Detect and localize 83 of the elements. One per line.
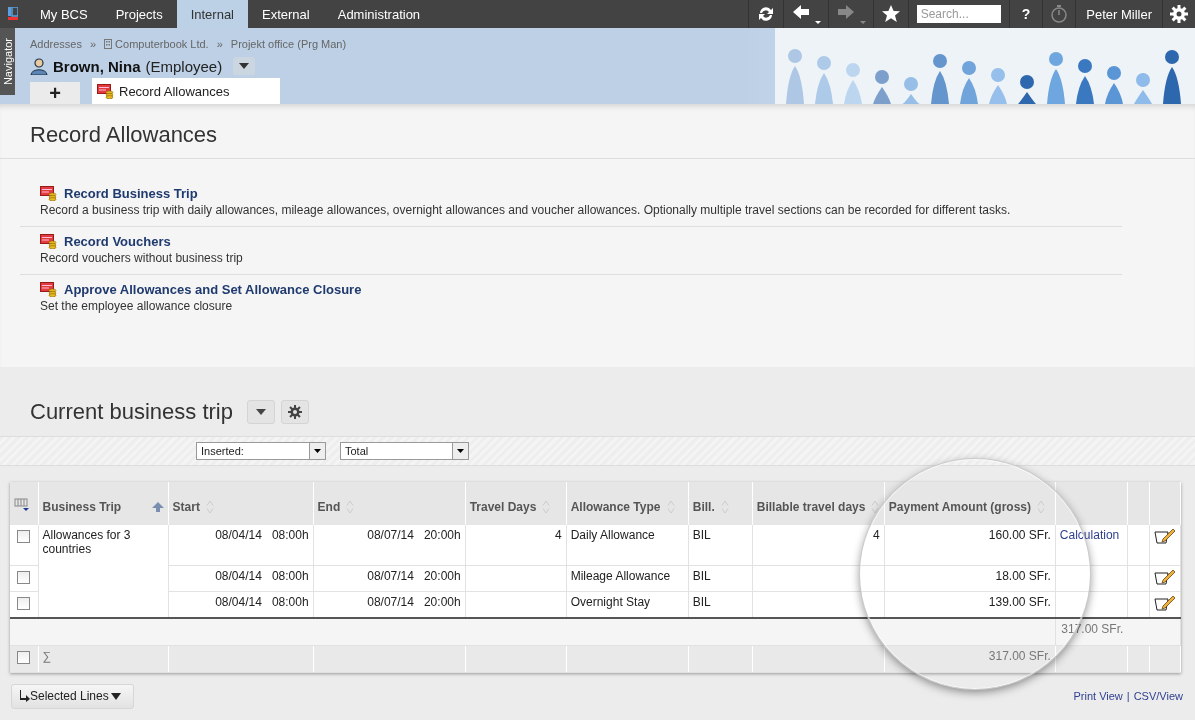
column-chooser-icon[interactable] (14, 498, 30, 512)
nav-tab[interactable]: My BCS (26, 0, 102, 28)
filter-dropdown[interactable]: Inserted: (196, 442, 326, 460)
person-dropdown[interactable] (233, 57, 256, 75)
total-amount: 317.00 SFr. (884, 645, 1056, 672)
row-checkbox[interactable] (17, 570, 31, 584)
person-role: (Employee) (145, 57, 223, 75)
table-cell: Daily Allowance (566, 525, 689, 565)
column-header[interactable]: Payment Amount (gross) (884, 482, 1056, 525)
edit-icon[interactable] (1153, 568, 1176, 585)
caret-icon (314, 449, 321, 453)
section-title: Current business trip (30, 399, 233, 425)
table-cell: 08/07/14 20:00h (313, 565, 466, 591)
action-link[interactable]: Approve Allowances and Set Allowance Closure (64, 281, 362, 297)
edit-icon[interactable] (1153, 528, 1176, 544)
return-arrow-icon (20, 690, 30, 702)
column-header[interactable]: End (313, 482, 466, 525)
action-description: Record a business trip with daily allowances, mileage allowances, overnight allowances and voucher allowances. Optionally multiple travel sections can be recorded for different tasks. (40, 203, 1012, 217)
column-header[interactable]: Travel Days (465, 482, 567, 525)
table-cell: 4 (752, 525, 885, 565)
add-tab-button[interactable]: + (30, 82, 80, 104)
sum-symbol: ∑ (38, 645, 169, 672)
column-header[interactable]: Allowance Type (566, 482, 689, 525)
breadcrumb-link[interactable]: Addresses (30, 38, 82, 50)
total-amount: 317.00 SFr. (1055, 617, 1128, 645)
menu-dropdown-button[interactable] (247, 400, 275, 424)
allowance-icon (40, 185, 57, 201)
breadcrumb-link[interactable]: Projekt office (Prg Man) (230, 38, 347, 50)
sort-icon (871, 499, 880, 514)
allowance-icon (97, 83, 114, 99)
person-name: Brown, Nina (53, 57, 141, 75)
page-tab[interactable]: Record Allowances (92, 78, 280, 104)
logo-icon (8, 7, 18, 21)
settings-icon[interactable] (1170, 5, 1188, 23)
action-description: Record vouchers without business trip (40, 251, 244, 265)
action-link[interactable]: Record Vouchers (64, 233, 171, 249)
row-checkbox[interactable] (17, 530, 31, 543)
caret-icon (239, 63, 250, 69)
filter-dropdown[interactable]: Total (340, 442, 469, 460)
table-cell: 08/07/14 20:00h (313, 525, 466, 565)
breadcrumb-link[interactable]: Computerbook Ltd. (115, 38, 209, 50)
allowance-icon (40, 233, 57, 249)
table-cell: 160.00 SFr. (884, 525, 1056, 565)
caret-icon (256, 409, 266, 415)
sort-ascending-icon (151, 501, 164, 512)
table-cell: 18.00 SFr. (884, 565, 1056, 591)
table-cell: 08/04/14 08:00h (168, 565, 314, 591)
link-separator: | (1126, 690, 1130, 702)
row-checkbox[interactable] (17, 650, 31, 664)
column-header[interactable]: Bill. (688, 482, 753, 525)
person-icon (30, 57, 48, 75)
table-cell: Mileage Allowance (566, 565, 689, 591)
footer-link[interactable]: Print View (1073, 690, 1123, 702)
column-header[interactable]: Billable travel days (752, 482, 885, 525)
caret-icon (108, 692, 123, 700)
caret-icon (457, 449, 464, 453)
table-cell: 08/04/14 08:00h (168, 525, 314, 565)
calculation-link[interactable]: Calculation (1059, 528, 1120, 542)
table-cell: 4 (465, 525, 567, 565)
edit-icon[interactable] (1153, 594, 1176, 611)
table-cell: BIL (688, 565, 753, 591)
action-description: Set the employee allowance closure (40, 299, 234, 313)
nav-tab[interactable]: Internal (176, 0, 248, 28)
nav-tab[interactable]: Administration (323, 0, 435, 28)
action-link[interactable]: Record Business Trip (64, 185, 198, 201)
star-icon[interactable] (880, 4, 901, 24)
nav-tab[interactable]: Projects (101, 0, 177, 28)
navigator-tab[interactable]: Navigator (0, 28, 15, 95)
footer-link[interactable]: CSV/View (1133, 690, 1183, 702)
column-header[interactable]: Start (168, 482, 314, 525)
breadcrumb-separator: » (90, 38, 97, 50)
settings-icon (288, 405, 302, 419)
building-icon (104, 39, 113, 49)
settings-button[interactable] (281, 400, 309, 424)
selected-lines-button[interactable]: Selected Lines (11, 683, 134, 709)
column-header[interactable]: Business Trip (38, 482, 169, 525)
page-title: Record Allowances (0, 104, 1195, 159)
nav-tab[interactable]: External (248, 0, 324, 28)
row-checkbox[interactable] (17, 596, 31, 610)
table-cell: BIL (688, 525, 753, 565)
search-field[interactable]: Search... (916, 5, 1001, 23)
breadcrumb-separator: » (216, 38, 223, 50)
allowance-icon (40, 281, 57, 297)
